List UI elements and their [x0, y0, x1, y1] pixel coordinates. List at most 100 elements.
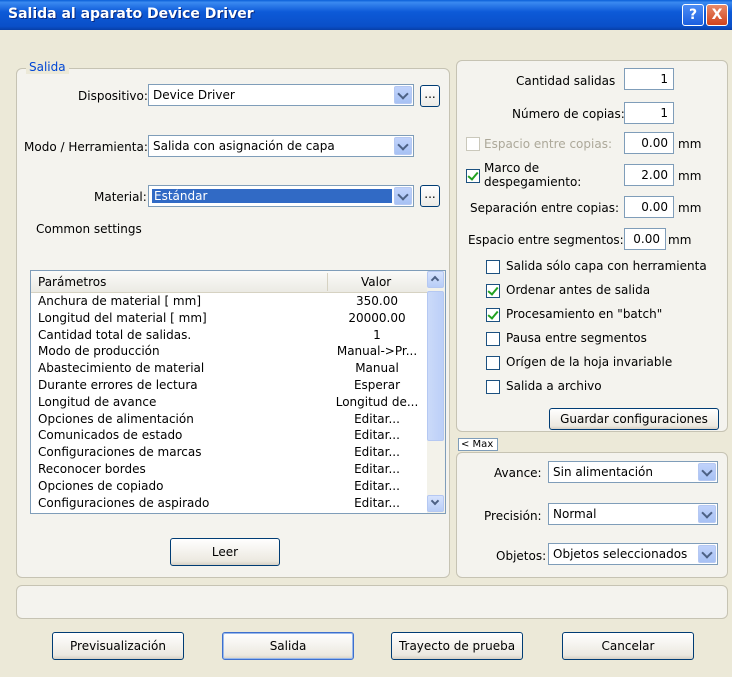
dispositivo-browse-button[interactable]: ... — [420, 85, 440, 107]
modo-select[interactable]: Salida con asignación de capa — [148, 135, 414, 157]
max-toggle[interactable]: < Max — [458, 438, 498, 451]
table-row[interactable]: Durante errores de lectura Esperar — [31, 378, 427, 393]
table-row[interactable]: Opciones de copiado Editar... — [31, 479, 427, 494]
material-label: Material: — [94, 190, 147, 204]
salida-button[interactable]: Salida — [222, 632, 354, 660]
parameter-value-cell[interactable]: Editar... — [327, 462, 427, 476]
modo-value: Salida con asignación de capa — [153, 139, 335, 153]
table-row[interactable]: Anchura de material [ mm] 350.00 — [31, 294, 427, 309]
separacion-input[interactable]: 0.00 — [624, 196, 674, 218]
parameter-name-cell: Comunicados de estado — [38, 428, 183, 443]
column-divider[interactable] — [327, 273, 328, 291]
modo-label: Modo / Herramienta: — [24, 140, 148, 154]
parameter-name-cell: Cantidad total de salidas. — [38, 327, 192, 342]
material-browse-button[interactable]: ... — [420, 185, 440, 207]
parameter-value-cell[interactable]: Manual — [327, 361, 427, 375]
scroll-down-button[interactable] — [427, 495, 444, 512]
parameter-value-cell[interactable]: Esperar — [327, 378, 427, 392]
previsualizacion-button[interactable]: Previsualización — [52, 632, 184, 660]
parameter-value-cell[interactable]: 350.00 — [327, 294, 427, 308]
table-row[interactable]: Opciones de alimentación Editar... — [31, 412, 427, 427]
precision-value: Normal — [553, 507, 597, 521]
chevron-down-icon[interactable] — [698, 505, 716, 523]
close-button[interactable]: X — [706, 4, 728, 26]
espacio-copias-input[interactable]: 0.00 — [624, 132, 674, 154]
parameter-name-cell: Abastecimiento de material — [38, 361, 205, 376]
avance-label: Avance: — [494, 466, 542, 480]
espacio-copias-label: Espacio entre copias: — [484, 137, 612, 151]
chevron-down-icon[interactable] — [394, 187, 412, 205]
leer-button[interactable]: Leer — [170, 538, 280, 566]
option-checkbox[interactable] — [486, 356, 500, 370]
parameter-name-cell: Reconocer bordes — [38, 462, 146, 476]
table-row[interactable]: Comunicados de estado Editar... — [31, 428, 427, 443]
cantidad-salidas-input[interactable]: 1 — [624, 68, 674, 90]
parameter-name-cell: Modo de producción — [38, 344, 160, 359]
table-row[interactable]: Cantidad total de salidas. 1 — [31, 328, 427, 343]
help-button[interactable]: ? — [682, 4, 704, 26]
parameter-value-cell[interactable]: Editar... — [327, 496, 427, 510]
option-checkbox-label[interactable]: Orígen de la hoja invariable — [506, 355, 672, 369]
option-checkbox[interactable] — [486, 332, 500, 346]
table-row[interactable]: Reconocer bordes Editar... — [31, 462, 427, 477]
chevron-down-icon[interactable] — [394, 137, 412, 155]
marco-input[interactable]: 2.00 — [624, 164, 674, 186]
parameter-value-cell[interactable]: Longitud de... — [327, 395, 427, 409]
table-row[interactable]: Modo de producción Manual->Pr... — [31, 344, 427, 359]
parameter-value-cell[interactable]: Editar... — [327, 412, 427, 426]
table-row[interactable]: Longitud del material [ mm] 20000.00 — [31, 311, 427, 326]
option-checkbox[interactable] — [486, 380, 500, 394]
parameter-name-cell: Anchura de material [ mm] — [38, 294, 201, 308]
table-row[interactable]: Longitud de avance Longitud de... — [31, 395, 427, 410]
option-checkbox-label[interactable]: Salida sólo capa con herramienta — [506, 259, 707, 273]
column-header-valor[interactable]: Valor — [361, 275, 391, 289]
numero-copias-input[interactable]: 1 — [624, 102, 674, 124]
parameters-table[interactable]: Parámetros Valor Anchura de material [ m… — [30, 270, 446, 514]
parameter-name-cell: Configuraciones de aspirado — [38, 495, 210, 510]
parameter-value-cell[interactable]: Editar... — [327, 445, 427, 459]
scroll-up-button[interactable] — [427, 271, 444, 288]
parameter-name-cell: Durante errores de lectura — [38, 378, 198, 392]
parameter-value-cell[interactable]: Manual->Pr... — [327, 344, 427, 358]
chevron-up-icon — [430, 275, 440, 285]
chevron-down-icon[interactable] — [394, 86, 412, 104]
title-bar[interactable]: Salida al aparato Device Driver ? X — [0, 0, 732, 30]
precision-label: Precisión: — [484, 509, 542, 523]
table-scrollbar[interactable] — [427, 271, 445, 513]
cancelar-button[interactable]: Cancelar — [562, 632, 694, 660]
material-select[interactable]: Estándar — [148, 185, 414, 207]
trayecto-prueba-button[interactable]: Trayecto de prueba — [391, 632, 523, 660]
parameter-value-cell[interactable]: 1 — [327, 328, 427, 342]
status-bar — [16, 585, 728, 619]
chevron-down-icon[interactable] — [698, 463, 716, 481]
avance-select[interactable]: Sin alimentación — [548, 461, 718, 483]
marco-checkbox[interactable] — [466, 169, 480, 183]
espacio-copias-checkbox[interactable] — [466, 137, 480, 151]
parameter-value-cell[interactable]: 20000.00 — [327, 311, 427, 325]
parameter-value-cell[interactable]: Editar... — [327, 479, 427, 493]
dispositivo-select[interactable]: Device Driver — [148, 84, 414, 106]
column-header-parametros[interactable]: Parámetros — [38, 275, 106, 289]
precision-select[interactable]: Normal — [548, 503, 718, 525]
guardar-configuraciones-button[interactable]: Guardar configuraciones — [549, 408, 719, 430]
scroll-thumb[interactable] — [427, 291, 444, 441]
segmentos-input[interactable]: 0.00 — [624, 228, 666, 250]
material-value: Estándar — [152, 189, 392, 203]
option-checkbox-label[interactable]: Procesamiento en "batch" — [506, 307, 662, 321]
table-row[interactable]: Abastecimiento de material Manual — [31, 361, 427, 376]
parameter-value-cell[interactable]: Editar... — [327, 428, 427, 442]
table-header: Parámetros Valor — [31, 271, 427, 293]
dispositivo-label: Dispositivo: — [78, 89, 148, 103]
table-row[interactable]: Configuraciones de marcas Editar... — [31, 445, 427, 460]
table-row[interactable]: Configuraciones de aspirado Editar... — [31, 496, 427, 511]
option-checkbox[interactable] — [486, 284, 500, 298]
marco-label-line1: Marco de — [484, 161, 540, 175]
option-checkbox[interactable] — [486, 308, 500, 322]
option-checkbox[interactable] — [486, 260, 500, 274]
objetos-select[interactable]: Objetos seleccionados — [548, 543, 718, 565]
option-checkbox-label[interactable]: Salida a archivo — [506, 379, 602, 393]
segmentos-label: Espacio entre segmentos: — [468, 233, 624, 247]
chevron-down-icon[interactable] — [698, 545, 716, 563]
option-checkbox-label[interactable]: Pausa entre segmentos — [506, 331, 647, 345]
option-checkbox-label[interactable]: Ordenar antes de salida — [506, 283, 650, 297]
